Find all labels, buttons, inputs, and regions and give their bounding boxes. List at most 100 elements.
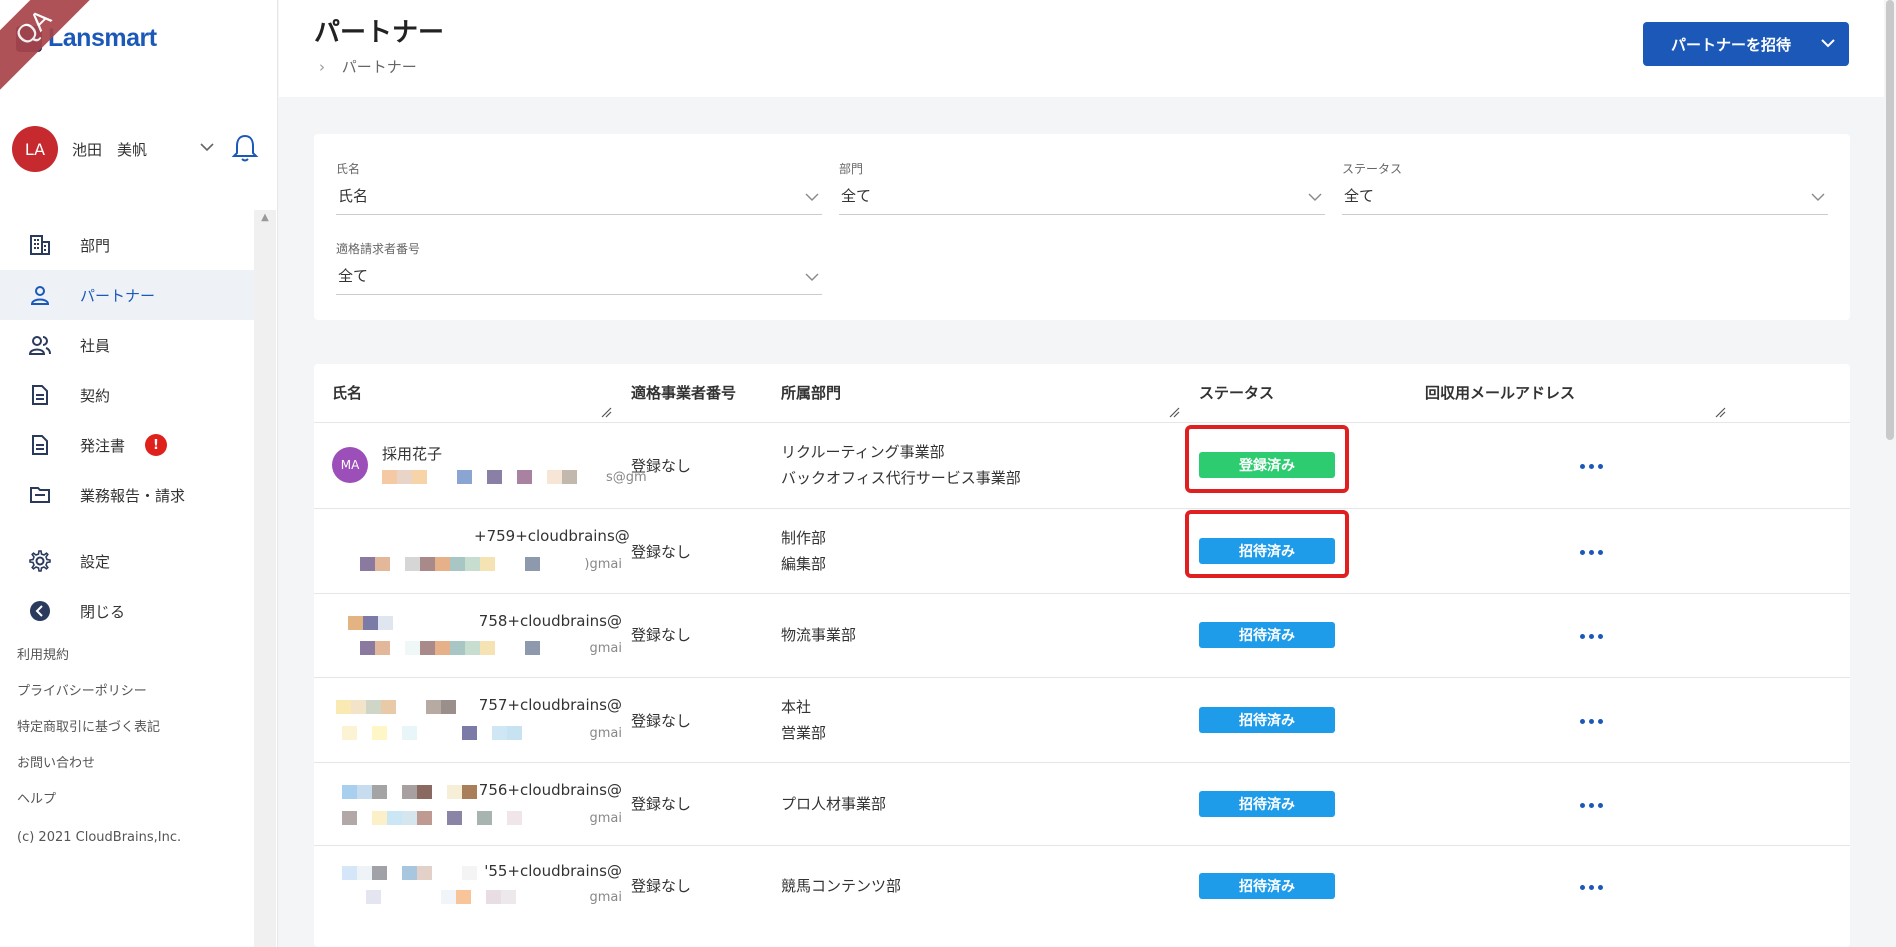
footer-links: 利用規約 プライバシーポリシー 特定商取引に基づく表記 お問い合わせ ヘルプ bbox=[17, 646, 160, 826]
redacted-email bbox=[336, 700, 456, 714]
resize-handle-icon[interactable] bbox=[1168, 406, 1180, 418]
sidebar-item-reports[interactable]: 業務報告・請求 bbox=[0, 470, 254, 520]
more-options-icon[interactable] bbox=[1576, 461, 1606, 471]
column-header-name[interactable]: 氏名 bbox=[332, 382, 362, 403]
more-options-icon[interactable] bbox=[1576, 882, 1606, 892]
folder-icon bbox=[28, 483, 52, 507]
document-icon bbox=[28, 383, 52, 407]
chevron-down-icon bbox=[1308, 193, 1322, 201]
status-filter-label: ステータス bbox=[1342, 162, 1403, 176]
column-header-invoice-number[interactable]: 適格事業者番号 bbox=[631, 382, 736, 403]
redacted-email bbox=[342, 726, 522, 740]
email-fragment: 756+cloudbrains@ bbox=[478, 781, 622, 799]
redacted-email bbox=[360, 641, 540, 655]
chevron-down-icon[interactable] bbox=[198, 138, 216, 156]
email-fragment: )gmai bbox=[584, 557, 622, 572]
column-header-department[interactable]: 所属部門 bbox=[781, 382, 841, 403]
invoice-number-filter-value: 全て bbox=[338, 267, 369, 285]
department: 本社 bbox=[781, 698, 812, 716]
partner-table: 氏名 適格事業者番号 所属部門 ステータス 回収用メールアドレス MA 採用花子… bbox=[314, 364, 1850, 947]
name-filter[interactable]: 氏名 氏名 bbox=[336, 160, 822, 215]
help-link[interactable]: ヘルプ bbox=[17, 790, 160, 826]
email-fragment: gmai bbox=[589, 726, 623, 741]
user-name: 池田 美帆 bbox=[72, 140, 148, 159]
sidebar-item-label: 閉じる bbox=[80, 602, 126, 621]
privacy-link[interactable]: プライバシーポリシー bbox=[17, 682, 160, 718]
commerce-law-link[interactable]: 特定商取引に基づく表記 bbox=[17, 718, 160, 754]
sidebar-item-contracts[interactable]: 契約 bbox=[0, 370, 254, 420]
bell-icon[interactable] bbox=[230, 132, 260, 164]
invoice-number: 登録なし bbox=[631, 877, 692, 895]
chevron-right-icon: › bbox=[319, 58, 325, 76]
redacted-email bbox=[342, 811, 522, 825]
chevron-down-icon[interactable] bbox=[1819, 34, 1837, 52]
invoice-number: 登録なし bbox=[631, 626, 692, 644]
department-filter-value: 全て bbox=[841, 187, 872, 205]
department: 制作部 bbox=[781, 529, 827, 547]
department-filter-select[interactable]: 全て bbox=[839, 185, 1325, 215]
sidebar-item-label: 社員 bbox=[80, 336, 111, 355]
email-fragment: gmai bbox=[589, 811, 623, 826]
table-row[interactable]: '55+cloudbrains@ gmai 登録なし 競馬コンテンツ部 招待済み bbox=[314, 845, 1850, 929]
email-fragment: 757+cloudbrains@ bbox=[478, 696, 622, 714]
scroll-up-arrow-icon[interactable]: ▲ bbox=[254, 212, 276, 226]
sidebar-scrollbar[interactable] bbox=[254, 210, 276, 947]
arrow-left-circle-icon bbox=[28, 599, 52, 623]
resize-handle-icon[interactable] bbox=[600, 406, 612, 418]
invoice-number: 登録なし bbox=[631, 543, 692, 561]
sidebar-item-partners[interactable]: パートナー bbox=[0, 270, 254, 320]
page-scrollbar[interactable] bbox=[1884, 0, 1896, 947]
sidebar-item-settings[interactable]: 設定 bbox=[0, 536, 254, 586]
table-row[interactable]: 758+cloudbrains@ gmai 登録なし 物流事業部 招待済み bbox=[314, 593, 1850, 677]
sidebar-item-label: 設定 bbox=[80, 552, 111, 571]
terms-link[interactable]: 利用規約 bbox=[17, 646, 160, 682]
status-badge: 招待済み bbox=[1199, 707, 1335, 733]
table-row[interactable]: MA 採用花子 s@gm 登録なし リクルーティング事業部 バックオフィス代行サ… bbox=[314, 422, 1850, 508]
more-options-icon[interactable] bbox=[1576, 547, 1606, 557]
column-header-status[interactable]: ステータス bbox=[1199, 382, 1274, 403]
more-options-icon[interactable] bbox=[1576, 716, 1606, 726]
invoice-number-filter-label: 適格請求者番号 bbox=[336, 242, 421, 256]
email-fragment: gmai bbox=[589, 641, 623, 656]
table-row[interactable]: 756+cloudbrains@ gmai 登録なし プロ人材事業部 招待済み bbox=[314, 762, 1850, 845]
department: リクルーティング事業部 bbox=[781, 443, 945, 461]
sidebar-item-employees[interactable]: 社員 bbox=[0, 320, 254, 370]
status-filter[interactable]: ステータス 全て bbox=[1342, 160, 1828, 215]
column-header-email[interactable]: 回収用メールアドレス bbox=[1425, 382, 1575, 403]
redacted-email bbox=[342, 785, 477, 799]
invoice-number-filter[interactable]: 適格請求者番号 全て bbox=[336, 240, 822, 295]
sidebar-item-label: 業務報告・請求 bbox=[80, 486, 186, 505]
resize-handle-icon[interactable] bbox=[1714, 406, 1726, 418]
avatar: LA bbox=[12, 126, 58, 172]
sidebar-item-departments[interactable]: 部門 bbox=[0, 220, 254, 270]
status-badge: 招待済み bbox=[1199, 791, 1335, 817]
contact-link[interactable]: お問い合わせ bbox=[17, 754, 160, 790]
more-options-icon[interactable] bbox=[1576, 631, 1606, 641]
table-row[interactable]: 757+cloudbrains@ gmai 登録なし 本社 営業部 招待済み bbox=[314, 677, 1850, 762]
sidebar-item-label: 部門 bbox=[80, 236, 111, 255]
copyright: (c) 2021 CloudBrains,Inc. bbox=[17, 830, 182, 845]
more-options-icon[interactable] bbox=[1576, 800, 1606, 810]
name-filter-label: 氏名 bbox=[336, 162, 361, 176]
gear-icon bbox=[28, 549, 52, 573]
status-filter-select[interactable]: 全て bbox=[1342, 185, 1828, 215]
chevron-down-icon bbox=[805, 193, 819, 201]
invoice-number-filter-select[interactable]: 全て bbox=[336, 265, 822, 295]
email-fragment: '55+cloudbrains@ bbox=[484, 862, 622, 880]
name-filter-select[interactable]: 氏名 bbox=[336, 185, 822, 215]
people-icon bbox=[28, 333, 52, 357]
sidebar-item-orders[interactable]: 発注書 ! bbox=[0, 420, 254, 470]
page-scrollbar-thumb[interactable] bbox=[1886, 0, 1894, 440]
document-icon bbox=[28, 433, 52, 457]
user-menu[interactable]: LA 池田 美帆 bbox=[12, 126, 262, 172]
sidebar-item-close[interactable]: 閉じる bbox=[0, 586, 254, 636]
name-filter-value: 氏名 bbox=[338, 187, 369, 205]
status-filter-value: 全て bbox=[1344, 187, 1375, 205]
redacted-email bbox=[382, 470, 577, 484]
department-filter[interactable]: 部門 全て bbox=[839, 160, 1325, 215]
table-row[interactable]: +759+cloudbrains@ )gmai 登録なし 制作部 編集部 招待済… bbox=[314, 508, 1850, 593]
department: プロ人材事業部 bbox=[781, 795, 887, 813]
invite-partner-button[interactable]: パートナーを招待 bbox=[1643, 22, 1849, 66]
person-icon bbox=[28, 283, 52, 307]
department: 物流事業部 bbox=[781, 626, 857, 644]
